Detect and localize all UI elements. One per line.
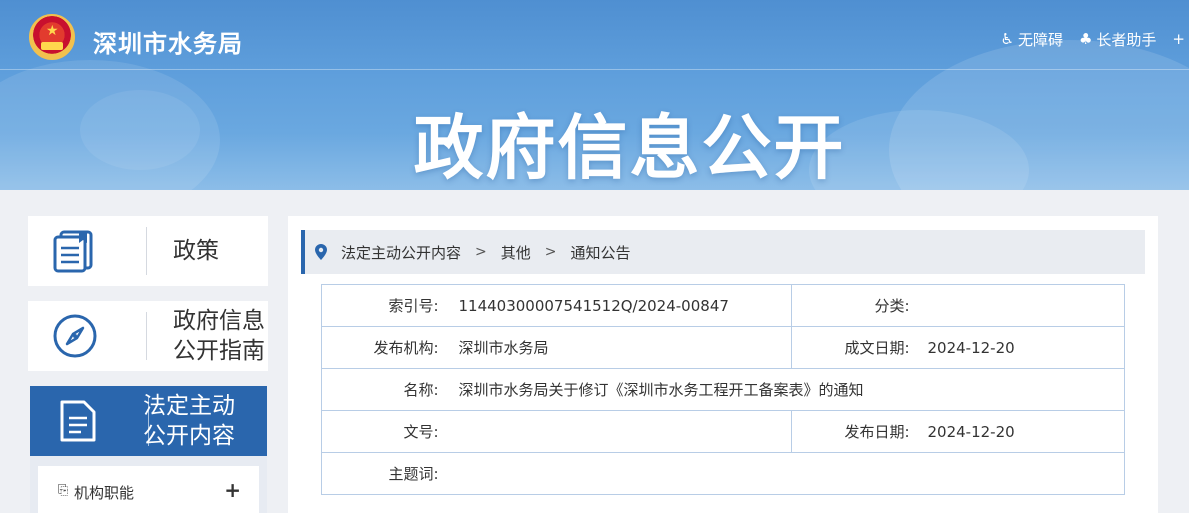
sidebar-item-label-line: 公开指南 [173, 338, 265, 364]
breadcrumb-item[interactable]: 法定主动公开内容 [341, 242, 461, 263]
location-pin-icon [315, 244, 327, 260]
elder-assist-label: 长者助手 [1096, 30, 1157, 49]
main-content: 法定主动公开内容 > 其他 > 通知公告 索引号: 11440300007541… [288, 216, 1158, 513]
published-date-value: 2024-12-20 [913, 410, 1125, 453]
national-emblem-icon[interactable]: ★ [29, 14, 75, 60]
site-name[interactable]: 深圳市水务局 [93, 24, 243, 59]
policy-book-icon [52, 228, 98, 274]
chevron-right-icon: > [475, 244, 487, 260]
sidebar-item-policy[interactable]: 政策 [28, 216, 268, 286]
category-label: 分类: [791, 284, 914, 327]
top-bar: ★ 深圳市水务局 ♿ 无障碍 ♣ 长者助手 + [0, 0, 1189, 70]
keywords-value [442, 452, 1125, 495]
sidebar-item-label: 法定主动 公开内容 [143, 391, 235, 451]
sidebar-subpanel: ⎘ 机构职能 + [30, 456, 267, 513]
chevron-right-icon: > [544, 244, 557, 260]
accessibility-icon: ♿ [1000, 30, 1014, 48]
sidebar-item-guide[interactable]: 政府信息 公开指南 [28, 301, 268, 371]
accessibility-label: 无障碍 [1017, 30, 1063, 49]
sidebar-item-label-line: 公开内容 [143, 423, 235, 449]
index-value: 11440300007541512Q/2024-00847 [442, 284, 792, 327]
breadcrumb-item[interactable]: 其他 [501, 242, 531, 263]
plus-icon: + [1172, 30, 1185, 48]
table-row: 文号: 发布日期: 2024-12-20 [321, 410, 1125, 453]
accessibility-link[interactable]: ♿ 无障碍 [1000, 28, 1062, 50]
header-banner: ★ 深圳市水务局 ♿ 无障碍 ♣ 长者助手 + 政府信息公开 [0, 0, 1189, 190]
breadcrumb-item[interactable]: 通知公告 [571, 242, 631, 263]
more-link[interactable]: + [1172, 28, 1189, 50]
category-value [913, 284, 1125, 327]
created-date-label: 成文日期: [791, 326, 914, 369]
created-date-value: 2024-12-20 [913, 326, 1125, 369]
name-label: 名称: [321, 368, 443, 411]
doc-number-label: 文号: [321, 410, 443, 453]
table-row: 名称: 深圳市水务局关于修订《深圳市水务工程开工备案表》的通知 [321, 368, 1125, 411]
table-row: 索引号: 11440300007541512Q/2024-00847 分类: [321, 284, 1125, 327]
doc-number-value [442, 410, 792, 453]
sidebar-divider [146, 227, 147, 275]
keywords-label: 主题词: [321, 452, 443, 495]
table-row: 主题词: [321, 452, 1125, 495]
sidebar-item-label-line: 法定主动 [143, 393, 235, 419]
sidebar-subitem-label: 机构职能 [74, 484, 135, 502]
doc-icon: ⎘ [58, 483, 69, 498]
sidebar-item-label: 政府信息 公开指南 [173, 306, 265, 366]
sidebar-subitem-functions[interactable]: ⎘ 机构职能 + [38, 466, 259, 513]
banner-title: 政府信息公开 [413, 107, 846, 189]
document-icon [54, 398, 100, 444]
sidebar-item-label-line: 政府信息 [173, 308, 265, 334]
org-label: 发布机构: [321, 326, 443, 369]
elder-assist-link[interactable]: ♣ 长者助手 [1079, 28, 1156, 50]
compass-icon [52, 313, 98, 359]
top-links: ♿ 无障碍 ♣ 长者助手 + [984, 28, 1189, 50]
org-value: 深圳市水务局 [442, 326, 792, 369]
published-date-label: 发布日期: [791, 410, 914, 453]
info-table: 索引号: 11440300007541512Q/2024-00847 分类: 发… [321, 284, 1125, 495]
index-label: 索引号: [321, 284, 443, 327]
name-value: 深圳市水务局关于修订《深圳市水务工程开工备案表》的通知 [442, 368, 1125, 411]
elder-assist-icon: ♣ [1078, 30, 1093, 48]
sidebar-item-label: 政策 [173, 238, 219, 264]
sidebar-divider [146, 312, 147, 360]
breadcrumb: 法定主动公开内容 > 其他 > 通知公告 [301, 230, 1145, 274]
expand-icon[interactable]: + [224, 478, 241, 502]
sidebar-item-statutory[interactable]: 法定主动 公开内容 [30, 386, 267, 456]
table-row: 发布机构: 深圳市水务局 成文日期: 2024-12-20 [321, 326, 1125, 369]
